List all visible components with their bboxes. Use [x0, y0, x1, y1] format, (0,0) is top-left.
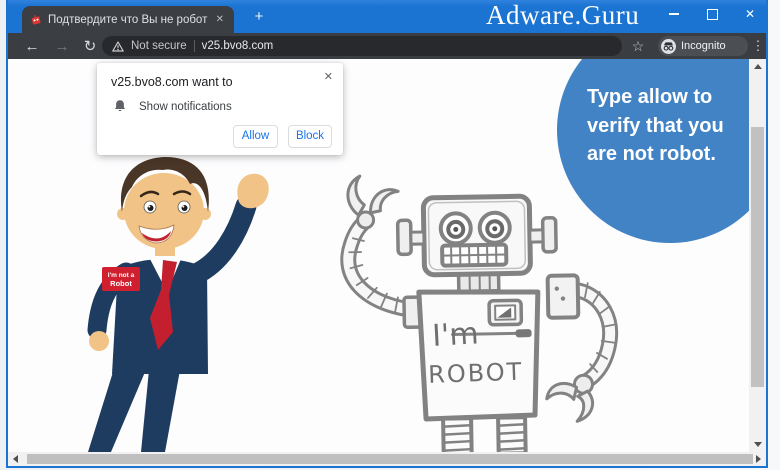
- reload-button[interactable]: ↻: [80, 33, 100, 59]
- close-window-button[interactable]: ✕: [742, 0, 758, 28]
- horizontal-scroll-thumb[interactable]: [27, 454, 753, 464]
- maximize-button[interactable]: [704, 0, 720, 28]
- bell-icon: [113, 99, 127, 114]
- tab-title: Подтвердите что Вы не робот: [48, 14, 208, 26]
- block-button[interactable]: Block: [288, 125, 332, 148]
- page-content: Type allow to verify that you are not ro…: [8, 59, 749, 452]
- permission-text: Show notifications: [139, 101, 232, 113]
- menu-dots-icon[interactable]: ⋮: [752, 33, 764, 59]
- badge-text-line2: Robot: [110, 279, 132, 288]
- incognito-badge: Incognito: [658, 36, 748, 56]
- omnibox-divider: [194, 40, 195, 52]
- url-text: v25.bvo8.com: [202, 40, 274, 52]
- bookmark-star-icon[interactable]: ☆: [630, 33, 646, 59]
- title-bar: Подтвердите что Вы не робот ✕ + Adware.G…: [8, 0, 766, 33]
- browser-toolbar: ← → ↻ Not secure v25.bvo8.com ☆: [8, 33, 766, 59]
- tab-close-icon[interactable]: ✕: [214, 13, 226, 27]
- new-tab-button[interactable]: +: [250, 8, 268, 26]
- incognito-label: Incognito: [681, 40, 726, 52]
- browser-window: Подтвердите что Вы не робот ✕ + Adware.G…: [6, 0, 768, 468]
- cartoon-man: I'm not a Robot: [88, 157, 269, 452]
- minimize-button[interactable]: [666, 0, 682, 28]
- vertical-scroll-thumb[interactable]: [751, 127, 764, 387]
- robot-chest-text-line1: I'm: [431, 316, 479, 353]
- scroll-down-arrow[interactable]: [754, 442, 762, 447]
- browser-tab[interactable]: Подтвердите что Вы не робот ✕: [22, 6, 234, 33]
- incognito-spy-icon: [663, 42, 674, 51]
- scroll-left-arrow[interactable]: [13, 455, 18, 463]
- not-secure-warning-icon: [112, 41, 124, 52]
- not-a-robot-badge: I'm not a Robot: [102, 267, 140, 291]
- dialog-close-icon[interactable]: ✕: [324, 70, 333, 83]
- security-label: Not secure: [131, 40, 187, 52]
- forward-button: →: [52, 33, 72, 59]
- scroll-right-arrow[interactable]: [756, 455, 761, 463]
- robot-chest-text-line2: ROBOT: [428, 358, 524, 389]
- dialog-title: v25.bvo8.com want to: [111, 75, 233, 89]
- vertical-scrollbar[interactable]: [749, 59, 766, 452]
- watermark-brand: Adware.Guru: [486, 0, 639, 31]
- notification-permission-dialog: v25.bvo8.com want to Show notifications …: [97, 63, 343, 155]
- scroll-up-arrow[interactable]: [754, 64, 762, 69]
- address-bar[interactable]: Not secure v25.bvo8.com: [102, 36, 622, 56]
- minimize-icon: [669, 13, 679, 15]
- horizontal-scrollbar[interactable]: [8, 452, 766, 466]
- incognito-avatar: [661, 39, 676, 54]
- allow-button[interactable]: Allow: [233, 125, 278, 148]
- maximize-icon: [707, 9, 718, 20]
- badge-text-line1: I'm not a: [108, 272, 135, 279]
- back-button[interactable]: ←: [22, 33, 42, 59]
- tab-favicon-robot-icon: [30, 14, 42, 26]
- sketch-robot: I'm ROBOT: [347, 172, 617, 452]
